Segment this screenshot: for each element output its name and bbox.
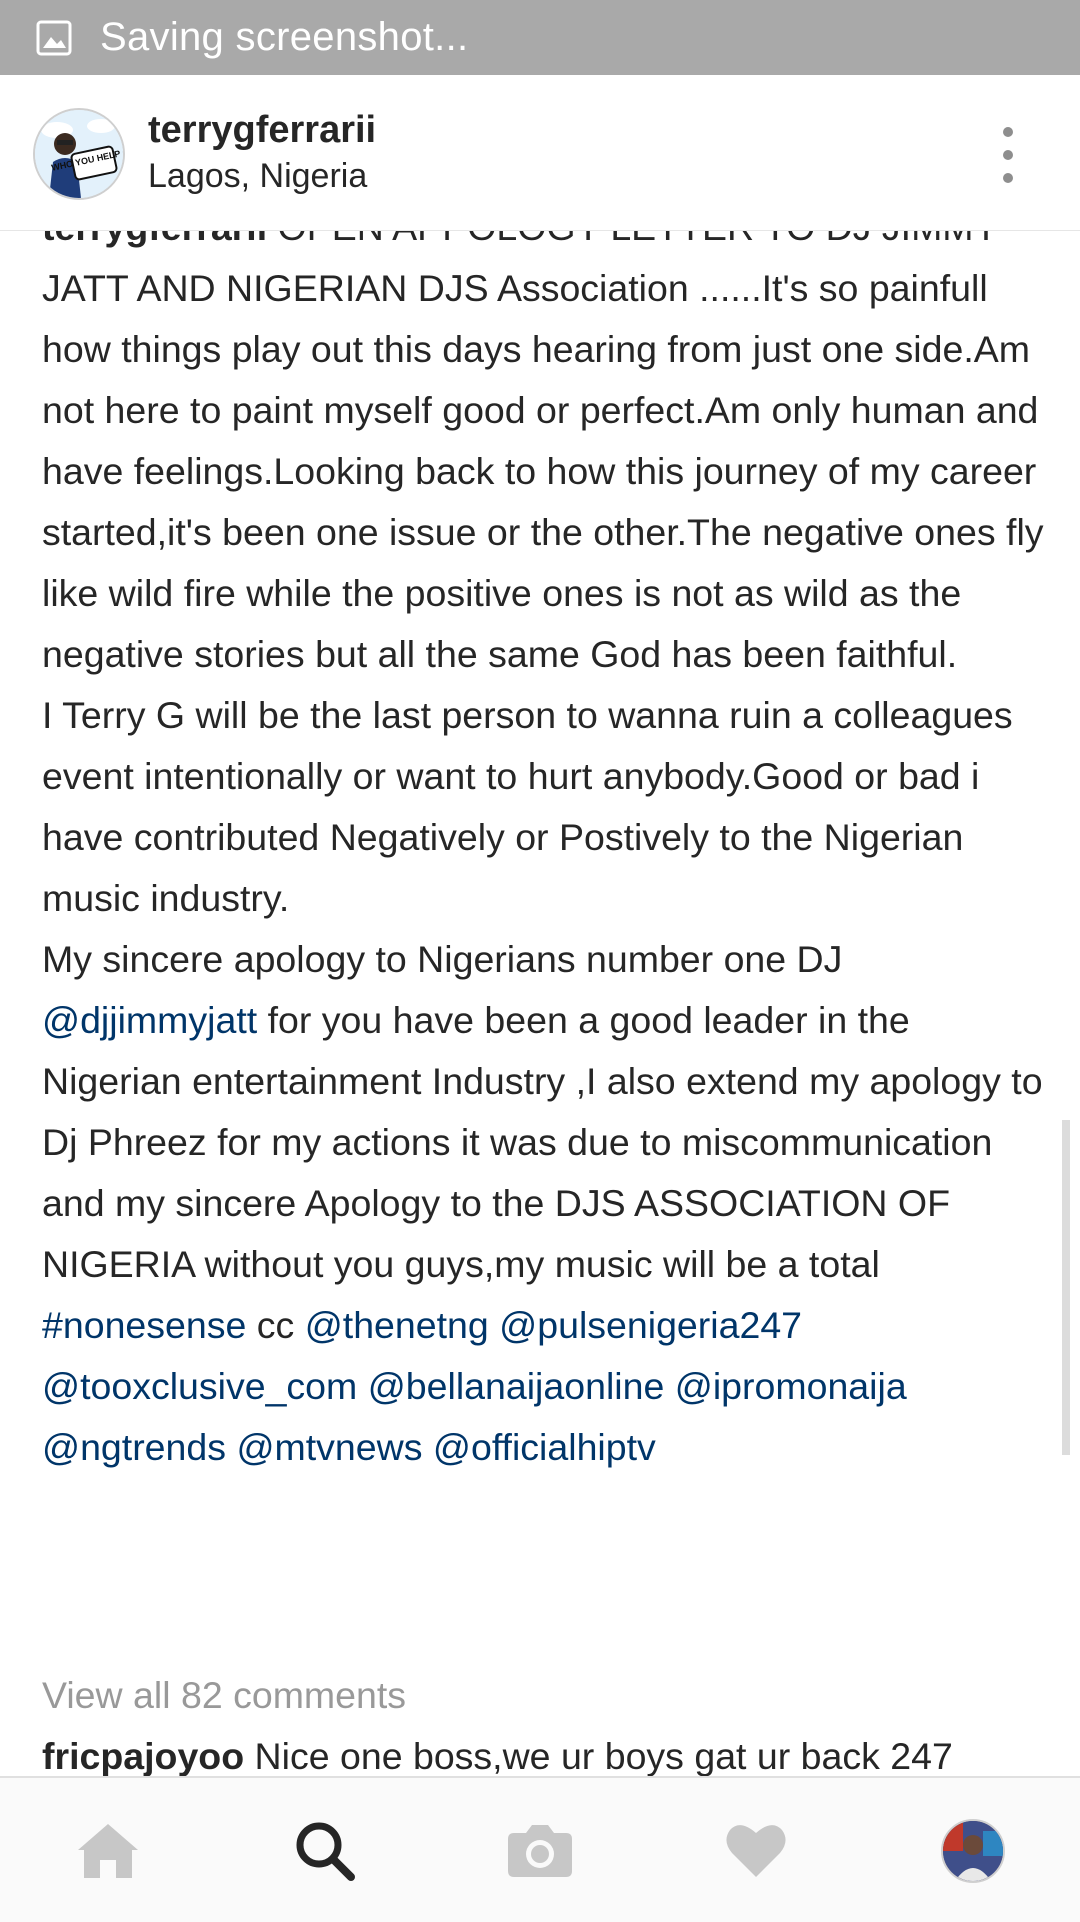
caption-p3-start: My sincere apology to Nigerians number o…: [42, 938, 843, 980]
status-notification-bar: Saving screenshot...: [0, 0, 1080, 75]
mention-link[interactable]: @bellanaijaonline: [368, 1365, 665, 1407]
mention-link[interactable]: @mtvnews: [236, 1426, 422, 1468]
more-options-icon[interactable]: [990, 127, 1026, 183]
home-icon[interactable]: [70, 1812, 146, 1888]
post-content[interactable]: terrygferrarii OPEN APPOLOGY LETTER TO D…: [0, 170, 1080, 1776]
profile-avatar[interactable]: WHO YOU HELP O?: [33, 108, 125, 200]
bottom-navigation: [0, 1776, 1080, 1922]
mention-link[interactable]: @officialhiptv: [433, 1426, 656, 1468]
comment-text: Nice one boss,we ur boys gat ur back 247: [254, 1735, 953, 1776]
view-all-comments-link[interactable]: View all 82 comments: [42, 1665, 406, 1726]
mention-link[interactable]: @djjimmyjatt: [42, 999, 257, 1041]
post-header: WHO YOU HELP O? terrygferrarii Lagos, Ni…: [0, 75, 1080, 231]
image-icon: [36, 20, 72, 56]
mention-link[interactable]: @ipromonaija: [675, 1365, 907, 1407]
post-username[interactable]: terrygferrarii: [148, 109, 376, 152]
caption-paragraph-2: I Terry G will be the last person to wan…: [42, 694, 1013, 919]
mention-link[interactable]: @pulsenigeria247: [499, 1304, 802, 1346]
caption-opening-text: OPEN APPOLOGY LETTER TO DJ JIMMY JATT AN…: [42, 206, 1044, 675]
post-caption: terrygferrarii OPEN APPOLOGY LETTER TO D…: [42, 197, 1047, 1478]
camera-icon[interactable]: [502, 1812, 578, 1888]
caption-cc: cc: [246, 1304, 305, 1346]
hashtag-link[interactable]: #nonesense: [42, 1304, 246, 1346]
search-icon[interactable]: [286, 1812, 362, 1888]
caption-paragraph-1: terrygferrarii OPEN APPOLOGY LETTER TO D…: [42, 197, 1047, 685]
mention-link[interactable]: @thenetng: [305, 1304, 489, 1346]
comment-username[interactable]: fricpajoyoo: [42, 1735, 244, 1776]
mention-link[interactable]: @ngtrends: [42, 1426, 226, 1468]
caption-paragraph-3: My sincere apology to Nigerians number o…: [42, 929, 1047, 1478]
comment-item: fricpajoyoo Nice one boss,we ur boys gat…: [42, 1726, 1062, 1776]
mention-link[interactable]: @tooxclusive_com: [42, 1365, 357, 1407]
heart-icon[interactable]: [718, 1812, 794, 1888]
status-text: Saving screenshot...: [100, 15, 469, 59]
post-location[interactable]: Lagos, Nigeria: [148, 157, 367, 196]
profile-avatar[interactable]: [941, 1819, 1005, 1883]
caption-p3-middle: for you have been a good leader in the N…: [42, 999, 1043, 1285]
scrollbar[interactable]: [1062, 1120, 1070, 1455]
